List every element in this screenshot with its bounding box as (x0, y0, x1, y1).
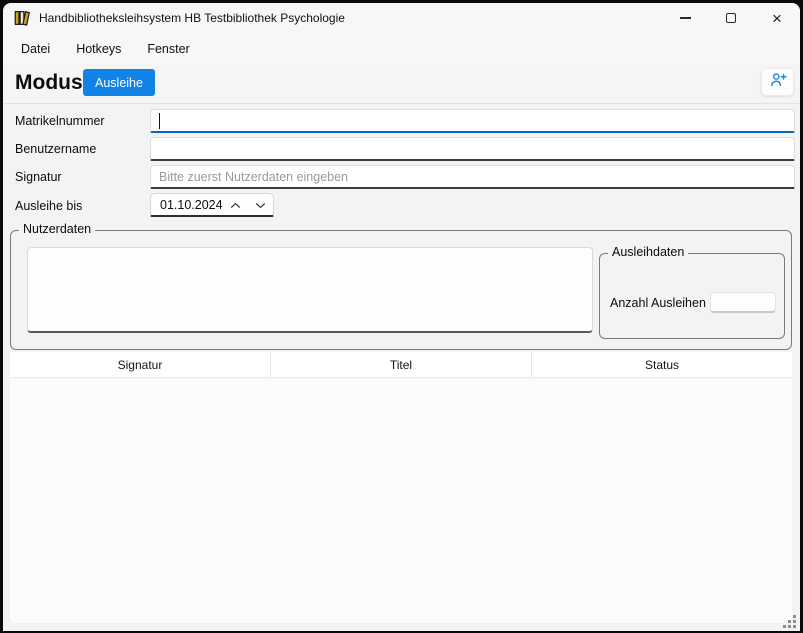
minimize-button[interactable] (662, 3, 708, 33)
ausleihe-bis-label: Ausleihe bis (15, 199, 82, 213)
date-value: 01.10.2024 (151, 198, 223, 212)
anzahl-ausleihen-row: Anzahl Ausleihen (610, 292, 776, 313)
books-icon (13, 9, 31, 27)
matrikelnummer-label: Matrikelnummer (15, 114, 105, 128)
column-header-signatur[interactable]: Signatur (10, 352, 271, 377)
resize-grip[interactable] (793, 625, 796, 628)
anzahl-ausleihen-label: Anzahl Ausleihen (610, 296, 706, 310)
app-window: Handbibliotheksleihsystem HB Testbibliot… (3, 3, 800, 631)
results-table-body (10, 379, 792, 623)
nutzerdaten-textarea[interactable] (27, 247, 593, 333)
menu-item-hotkeys[interactable]: Hotkeys (68, 37, 129, 61)
modus-title: Modus (15, 71, 83, 95)
spinner-down-button[interactable] (248, 194, 273, 215)
results-table-header: Signatur Titel Status (10, 352, 792, 378)
benutzername-label: Benutzername (15, 142, 96, 156)
anzahl-ausleihen-input[interactable] (710, 292, 776, 313)
maximize-icon (726, 13, 736, 23)
benutzername-input[interactable] (150, 137, 795, 161)
menu-bar: Datei Hotkeys Fenster (3, 33, 800, 64)
ausleihdaten-groupbox: Ausleihdaten Anzahl Ausleihen (599, 253, 785, 339)
column-header-status[interactable]: Status (532, 352, 792, 377)
minimize-icon (680, 17, 691, 19)
menu-item-fenster[interactable]: Fenster (139, 37, 197, 61)
ausleihdaten-legend: Ausleihdaten (608, 245, 688, 259)
ausleihe-mode-button[interactable]: Ausleihe (83, 69, 155, 96)
ausleihe-bis-date-spinner[interactable]: 01.10.2024 (150, 193, 274, 217)
signatur-input[interactable] (150, 165, 795, 189)
text-caret (159, 113, 160, 129)
column-header-titel[interactable]: Titel (271, 352, 532, 377)
close-icon: × (772, 10, 782, 27)
add-user-button[interactable] (761, 68, 794, 96)
matrikelnummer-input[interactable] (150, 109, 795, 133)
maximize-button[interactable] (708, 3, 754, 33)
signatur-label: Signatur (15, 170, 62, 184)
close-button[interactable]: × (754, 3, 800, 33)
spinner-up-button[interactable] (223, 194, 248, 215)
menu-item-datei[interactable]: Datei (13, 37, 58, 61)
mode-header: Modus Ausleihe (3, 64, 800, 104)
person-add-icon (769, 71, 787, 94)
title-bar: Handbibliotheksleihsystem HB Testbibliot… (3, 3, 800, 33)
window-controls: × (662, 3, 800, 33)
nutzerdaten-legend: Nutzerdaten (19, 222, 95, 236)
chevron-up-icon (230, 196, 241, 214)
nutzerdaten-groupbox: Nutzerdaten Ausleihdaten Anzahl Ausleihe… (10, 230, 792, 350)
window-title: Handbibliotheksleihsystem HB Testbibliot… (39, 11, 345, 25)
chevron-down-icon (255, 196, 266, 214)
